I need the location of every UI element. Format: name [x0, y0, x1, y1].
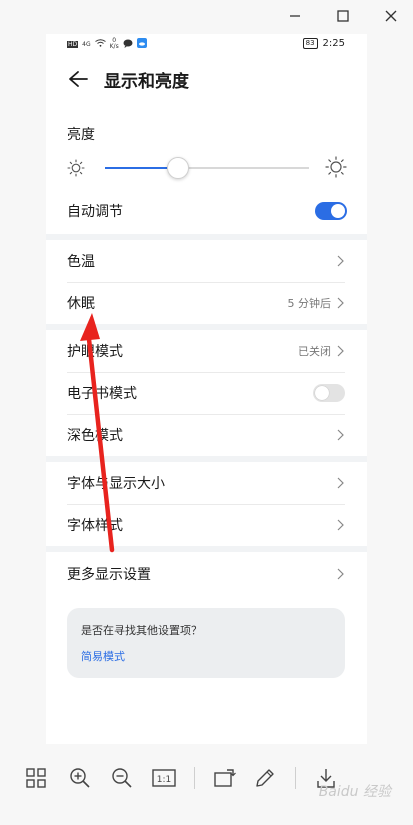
- brightness-card: 亮度 自动调节: [46, 102, 367, 234]
- status-left: HD 4G 0 K/s: [67, 38, 147, 50]
- toolbar-divider: [295, 767, 296, 789]
- status-bar: HD 4G 0 K/s 83 2:25: [46, 34, 367, 56]
- auto-adjust-toggle[interactable]: [315, 202, 347, 220]
- maximize-button[interactable]: [333, 6, 353, 26]
- row-label: 深色模式: [67, 428, 123, 444]
- row-label: 更多显示设置: [67, 567, 151, 583]
- back-arrow-icon[interactable]: [66, 67, 90, 91]
- close-button[interactable]: [381, 6, 401, 26]
- suggestion-box: 是否在寻找其他设置项？ 简易模式: [67, 608, 345, 678]
- brightness-slider[interactable]: [67, 154, 347, 182]
- auto-adjust-row: 自动调节: [67, 198, 347, 224]
- row-ebook-mode: 电子书模式: [46, 372, 367, 414]
- cloud-app-icon: [136, 38, 147, 50]
- settings-group-2: 护眼模式 已关闭 电子书模式 深色模式: [46, 330, 367, 456]
- chevron-right-icon: [335, 477, 345, 489]
- sun-small-icon: [67, 159, 85, 181]
- svg-text:1:1: 1:1: [157, 775, 171, 785]
- battery-indicator: 83: [302, 38, 318, 49]
- row-font-display-size[interactable]: 字体与显示大小: [46, 462, 367, 504]
- row-dark-mode[interactable]: 深色模式: [46, 414, 367, 456]
- toggle-knob: [315, 386, 329, 400]
- signal-type: 4G: [82, 40, 91, 48]
- phone-screen: HD 4G 0 K/s 83 2:25 显示和亮度 亮度 自动调节 色温 休眠 …: [46, 34, 367, 744]
- row-eye-comfort[interactable]: 护眼模式 已关闭: [46, 330, 367, 372]
- zoom-in-icon[interactable]: [68, 766, 92, 790]
- row-right: 5 分钟后: [288, 295, 346, 311]
- brightness-label: 亮度: [67, 127, 95, 143]
- toggle-knob: [331, 204, 345, 218]
- slider-track[interactable]: [105, 157, 309, 179]
- row-label: 电子书模式: [67, 386, 137, 402]
- eye-comfort-value: 已关闭: [298, 345, 331, 358]
- chevron-right-icon: [335, 297, 345, 309]
- row-right: [335, 429, 345, 441]
- zoom-out-icon[interactable]: [110, 766, 134, 790]
- settings-group-3: 字体与显示大小 字体样式: [46, 462, 367, 546]
- watermark-text: Baidu 经验: [318, 784, 391, 800]
- row-label: 色温: [67, 254, 95, 270]
- row-label: 护眼模式: [67, 344, 123, 360]
- suggestion-text: 是否在寻找其他设置项？: [81, 624, 202, 637]
- row-right: [335, 255, 345, 267]
- wifi-icon: [94, 39, 106, 49]
- row-right: 已关闭: [298, 343, 345, 359]
- window-controls: [285, 6, 401, 26]
- page-header: 显示和亮度: [46, 56, 367, 102]
- slider-thumb[interactable]: [167, 157, 190, 179]
- sleep-value: 5 分钟后: [287, 297, 332, 310]
- chevron-right-icon: [335, 255, 345, 267]
- actual-size-icon[interactable]: 1:1: [152, 766, 176, 790]
- row-label: 字体样式: [67, 518, 123, 534]
- auto-adjust-label: 自动调节: [67, 204, 123, 220]
- chevron-right-icon: [335, 519, 345, 531]
- minimize-button[interactable]: [285, 6, 305, 26]
- row-right: [335, 568, 345, 580]
- ebook-mode-toggle[interactable]: [313, 384, 345, 402]
- chevron-right-icon: [335, 429, 345, 441]
- row-color-temperature[interactable]: 色温: [46, 240, 367, 282]
- status-right: 83 2:25: [302, 38, 345, 49]
- row-right: [335, 519, 345, 531]
- clock: 2:25: [322, 38, 345, 49]
- net-speed-unit: K/s: [109, 43, 119, 50]
- more-settings-card: 更多显示设置 是否在寻找其他设置项？ 简易模式: [46, 552, 367, 744]
- net-speed: 0 K/s: [110, 38, 119, 50]
- sun-large-icon: [325, 156, 347, 182]
- rotate-icon[interactable]: [213, 766, 237, 790]
- page-title: 显示和亮度: [104, 71, 189, 92]
- toolbar-divider: [194, 767, 195, 789]
- row-label: 休眠: [67, 296, 95, 312]
- row-right: [335, 477, 345, 489]
- row-font-style[interactable]: 字体样式: [46, 504, 367, 546]
- chevron-right-icon: [335, 345, 345, 357]
- simple-mode-link[interactable]: 简易模式: [81, 648, 125, 664]
- row-label: 字体与显示大小: [67, 476, 165, 492]
- settings-group-1: 色温 休眠 5 分钟后: [46, 240, 367, 324]
- row-more-display-settings[interactable]: 更多显示设置: [46, 552, 367, 596]
- viewer-toolbar: 1:1: [24, 766, 338, 790]
- edit-pen-icon[interactable]: [253, 766, 277, 790]
- row-sleep[interactable]: 休眠 5 分钟后: [46, 282, 367, 324]
- chevron-right-icon: [335, 568, 345, 580]
- message-icon: [123, 39, 133, 50]
- grid-view-icon[interactable]: [24, 766, 48, 790]
- network-type: HD: [67, 40, 79, 48]
